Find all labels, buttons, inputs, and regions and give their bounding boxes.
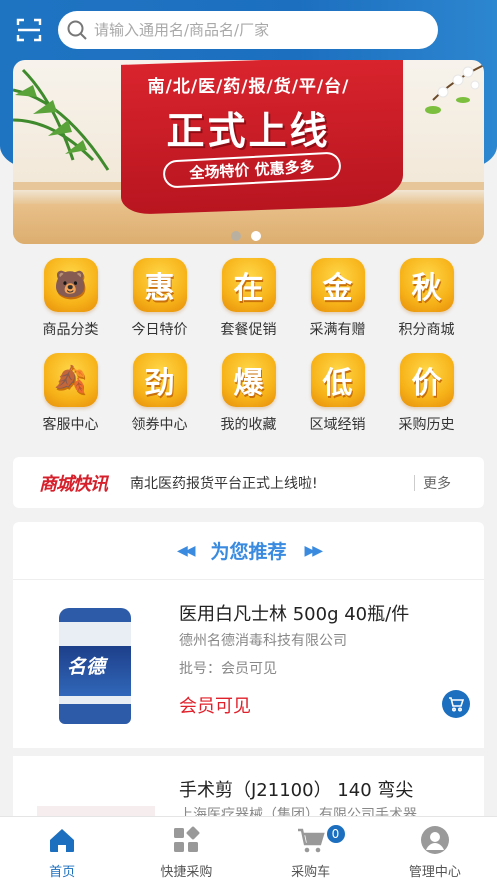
qiu-glyph-icon: 秋 (399, 258, 454, 312)
grid-item-my-favorites[interactable]: 爆 我的收藏 (204, 353, 293, 434)
tab-cart[interactable]: 0 采购车 (249, 817, 373, 883)
tab-quick-purchase[interactable]: 快捷采购 (124, 817, 248, 883)
tab-home[interactable]: 首页 (0, 817, 124, 883)
grid-item-product-category[interactable]: 🐻 商品分类 (26, 258, 115, 339)
product-image-base (59, 704, 131, 724)
banner-title: 正式上线 (166, 109, 331, 153)
grid-label: 套餐促销 (220, 322, 277, 338)
autumn-leaf-icon: 🍂 (43, 353, 98, 407)
grid-label: 我的收藏 (220, 417, 277, 433)
product-card[interactable]: 名德 医用白凡士林 500g 40瓶/件 德州名德消毒科技有限公司 批号：会员可… (13, 580, 484, 756)
grid-item-package-promo[interactable]: 在 套餐促销 (204, 258, 293, 339)
product-image[interactable]: 名德 (59, 608, 131, 724)
product-name[interactable]: 手术剪（J21100） 140 弯尖 (179, 776, 413, 802)
jin4-glyph-icon: 劲 (132, 353, 187, 407)
news-ticker[interactable]: 商城快讯 南北医药报货平台正式上线啦! 更多 (13, 457, 484, 508)
grid-label: 商品分类 (42, 322, 99, 338)
recommend-title: 为您推荐 (210, 541, 287, 563)
grid-item-purchase-gift[interactable]: 金 采满有赠 (293, 258, 382, 339)
scan-button[interactable] (15, 16, 43, 44)
banner-dot[interactable] (231, 231, 241, 241)
product-company: 德州名德消毒科技有限公司 (179, 633, 347, 649)
bottom-tab-bar: 首页 快捷采购 0 采购车 管理中心 (0, 816, 497, 883)
banner-subtitle: 南/北/医/药/报/货/平/台/ (147, 77, 350, 97)
grid-label: 采购历史 (398, 417, 455, 433)
grid-item-customer-service[interactable]: 🍂 客服中心 (26, 353, 115, 434)
banner-pagination (231, 231, 261, 241)
zai-glyph-icon: 在 (221, 258, 276, 312)
news-more-link[interactable]: 更多 (423, 473, 451, 493)
grid-apps-icon (174, 826, 200, 852)
grid-label: 客服中心 (42, 417, 99, 433)
scan-icon (16, 18, 42, 42)
home-icon (50, 829, 75, 852)
search-icon (67, 20, 87, 40)
product-batch: 批号：会员可见 (179, 661, 277, 677)
bao-glyph-icon: 爆 (221, 353, 276, 407)
tab-label: 管理中心 (408, 865, 461, 880)
search-input[interactable] (94, 21, 414, 39)
promo-banner[interactable]: 南/北/医/药/报/货/平/台/ 正式上线 全场特价 优惠多多 (13, 60, 484, 244)
grid-label: 区域经销 (309, 417, 366, 433)
product-name[interactable]: 医用白凡士林 500g 40瓶/件 (179, 600, 409, 626)
news-divider (414, 474, 415, 491)
jin-glyph-icon: 金 (310, 258, 365, 312)
product-image-brand: 名德 (67, 656, 106, 678)
tab-label: 快捷采购 (160, 865, 213, 880)
right-double-arrow-icon: ▶▶ (304, 542, 323, 559)
recommend-header: ◀◀ 为您推荐 ▶▶ (13, 522, 484, 580)
grid-item-purchase-history[interactable]: 价 采购历史 (382, 353, 471, 434)
function-grid: 🐻 商品分类 惠 今日特价 在 套餐促销 金 采满有赠 秋 积分商城 🍂 客服中… (26, 258, 471, 434)
grid-item-regional-dealer[interactable]: 低 区域经销 (293, 353, 382, 434)
hui-glyph-icon: 惠 (132, 258, 187, 312)
di-glyph-icon: 低 (310, 353, 365, 407)
cart-icon (449, 697, 464, 712)
tab-label: 采购车 (291, 865, 331, 880)
tab-label: 首页 (49, 865, 76, 880)
news-logo: 商城快讯 (39, 473, 108, 495)
grid-item-points-mall[interactable]: 秋 积分商城 (382, 258, 471, 339)
cart-icon (297, 828, 325, 853)
tab-management[interactable]: 管理中心 (373, 817, 497, 883)
search-bar[interactable] (58, 11, 438, 49)
grid-label: 积分商城 (398, 322, 455, 338)
add-to-cart-button[interactable] (442, 690, 470, 718)
product-card[interactable]: 手术剪（J21100） 140 弯尖 上海医疗器械（集团）有限公司手术器 (13, 756, 484, 822)
recommend-panel: ◀◀ 为您推荐 ▶▶ 名德 医用白凡士林 500g 40瓶/件 德州名德消毒科技… (13, 522, 484, 822)
grid-label: 领券中心 (131, 417, 188, 433)
grid-label: 今日特价 (131, 322, 188, 338)
grid-item-daily-special[interactable]: 惠 今日特价 (115, 258, 204, 339)
grid-item-coupon-center[interactable]: 劲 领券中心 (115, 353, 204, 434)
jia-glyph-icon: 价 (399, 353, 454, 407)
grid-label: 采满有赠 (309, 322, 366, 338)
user-icon (420, 826, 449, 854)
banner-dot-active[interactable] (251, 231, 261, 241)
news-headline[interactable]: 南北医药报货平台正式上线啦! (130, 473, 410, 493)
bear-icon: 🐻 (43, 258, 98, 312)
cart-count-badge: 0 (324, 823, 347, 845)
product-price: 会员可见 (179, 696, 251, 717)
left-double-arrow-icon: ◀◀ (176, 542, 195, 559)
